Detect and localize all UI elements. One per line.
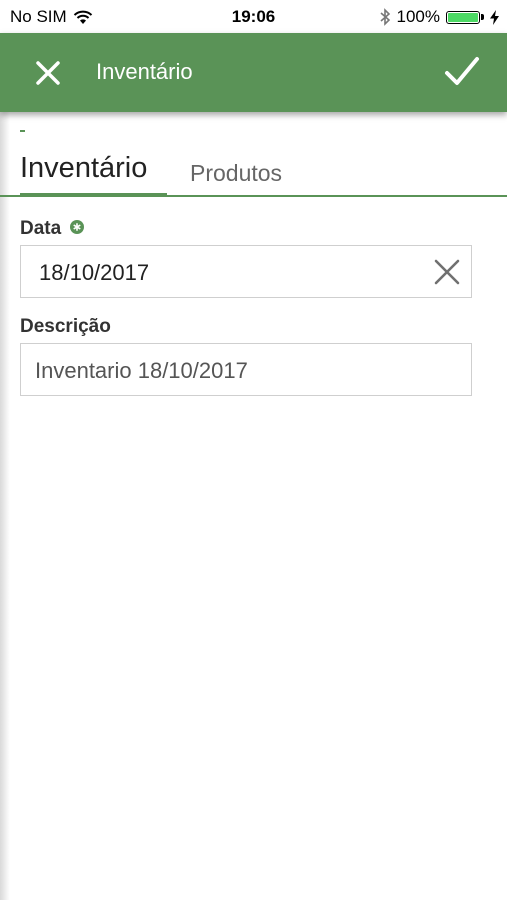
required-icon xyxy=(70,219,85,234)
left-edge-shadow xyxy=(0,112,10,900)
battery-percent: 100% xyxy=(396,7,440,26)
descricao-input-value: Inventario 18/10/2017 xyxy=(35,358,248,383)
close-icon xyxy=(36,61,60,85)
data-field-label: Data xyxy=(20,218,85,240)
tabs-divider xyxy=(0,195,507,197)
status-bar: No SIM 19:06 100% xyxy=(0,0,507,33)
tab-inventario[interactable]: Inventário xyxy=(20,140,167,197)
data-input[interactable]: 18/10/2017 xyxy=(20,245,472,298)
close-button[interactable] xyxy=(28,53,68,93)
descricao-field-label: Descrição xyxy=(20,316,111,338)
battery-fill xyxy=(448,12,478,22)
tab-bar: Inventário Produtos xyxy=(0,140,507,197)
battery-icon xyxy=(446,10,484,24)
data-input-value: 18/10/2017 xyxy=(39,260,150,285)
descricao-label-text: Descrição xyxy=(20,316,111,337)
check-icon xyxy=(445,57,479,85)
bluetooth-icon xyxy=(379,8,390,26)
page-title: Inventário xyxy=(96,59,193,84)
data-label-text: Data xyxy=(20,218,62,239)
charging-icon xyxy=(490,9,499,25)
app-bar: Inventário xyxy=(0,33,507,112)
descricao-input[interactable]: Inventario 18/10/2017 xyxy=(20,343,472,396)
close-icon xyxy=(434,259,460,285)
accent-dash xyxy=(20,130,25,132)
tab-label: Produtos xyxy=(190,160,283,186)
confirm-button[interactable] xyxy=(441,51,483,93)
status-right: 100% xyxy=(379,7,499,27)
tab-label: Inventário xyxy=(20,152,148,184)
clear-date-button[interactable] xyxy=(431,256,463,288)
